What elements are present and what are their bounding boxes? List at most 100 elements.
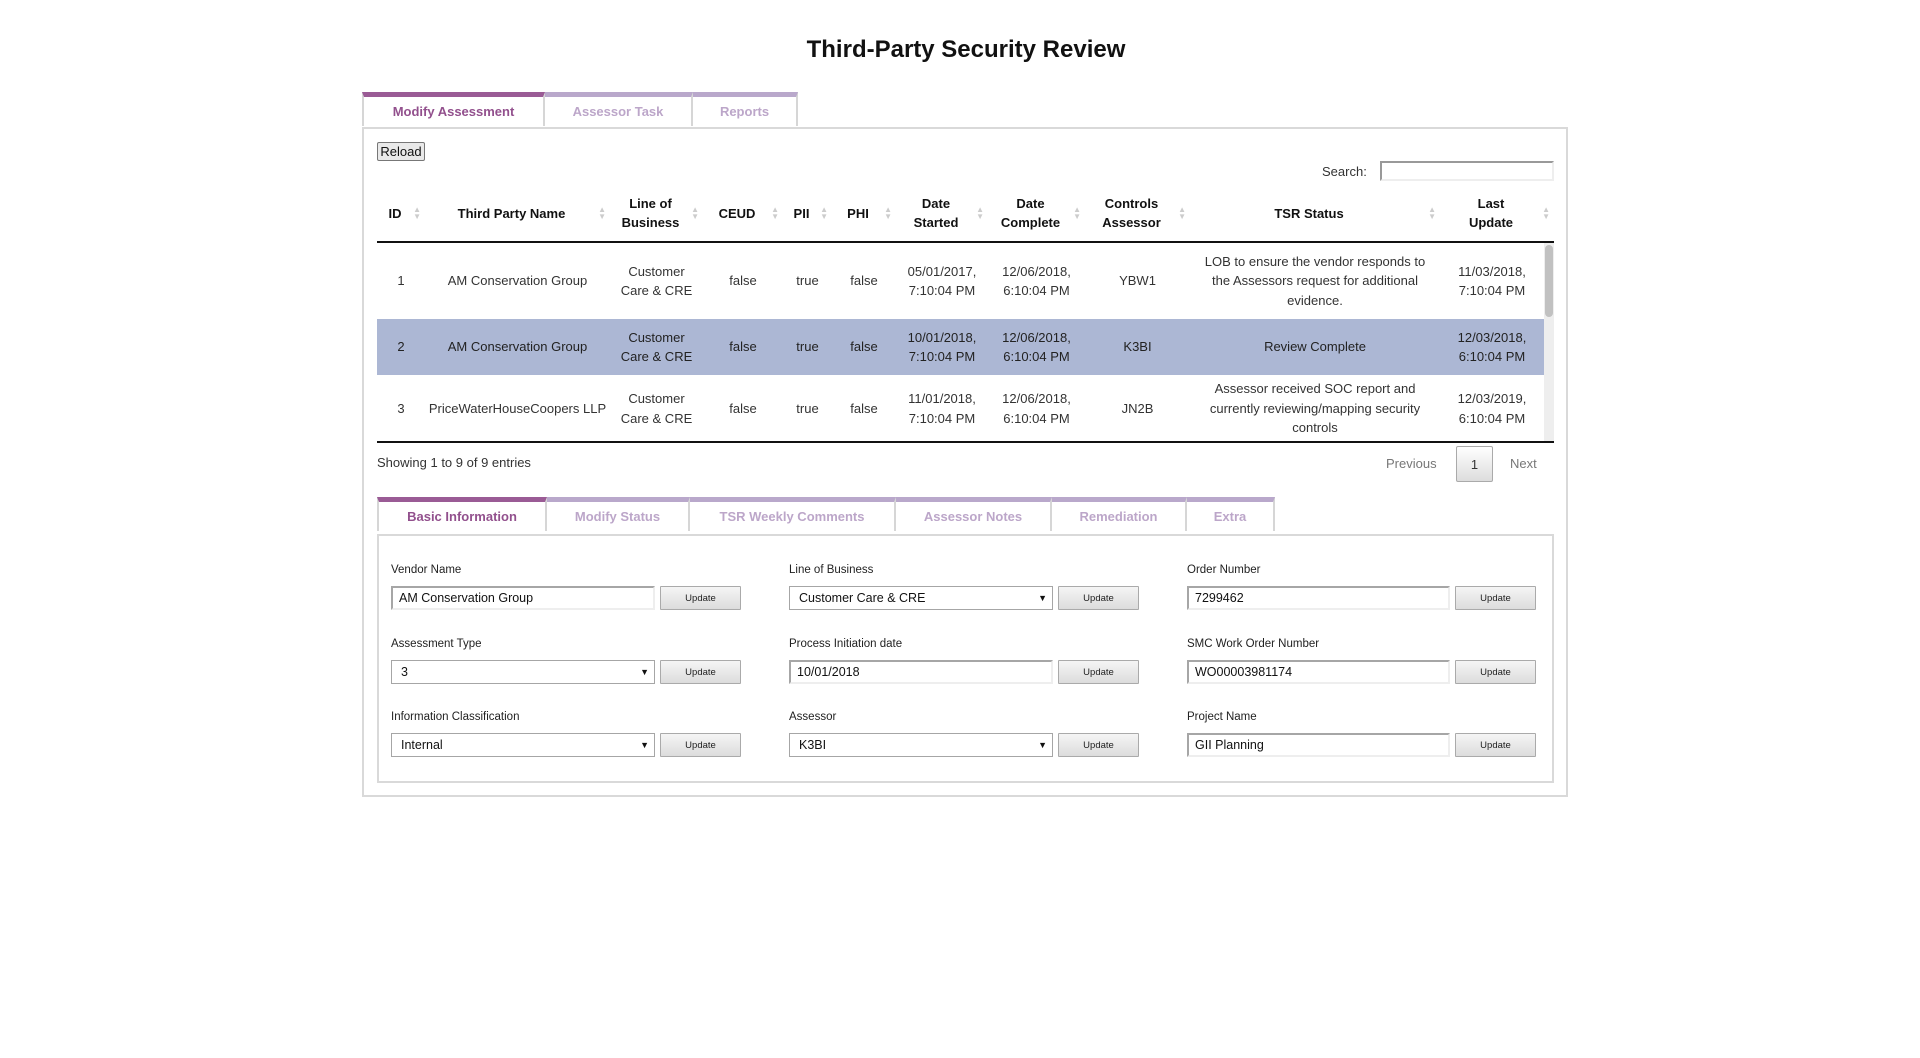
smc-work-order-number-input[interactable]: WO00003981174 [1187, 660, 1450, 684]
sort-icon[interactable]: ▲ ▼ [1073, 206, 1081, 221]
sort-icon[interactable]: ▲ ▼ [976, 206, 984, 221]
header-label: Line of Business [621, 196, 680, 230]
cell-started: 11/01/2018, 7:10:04 PM [908, 391, 976, 426]
process-initiation-date-input[interactable]: 10/01/2018 [789, 660, 1053, 684]
cell-lob: Customer Care & CRE [610, 319, 703, 375]
information-classification-label: Information Classification [391, 711, 520, 723]
cell-status: Review Complete [1190, 319, 1440, 375]
column-header-controls-assessor[interactable]: Controls Assessor ▲ ▼ [1085, 185, 1190, 241]
order-number-update-button[interactable]: Update [1455, 586, 1536, 610]
vendor-name-input[interactable]: AM Conservation Group [391, 586, 655, 610]
header-label: Date Started [913, 196, 959, 230]
tab-remediation[interactable]: Remediation [1052, 497, 1187, 531]
cell-pii: true [796, 400, 819, 416]
scrollbar-thumb[interactable] [1545, 245, 1553, 317]
header-label: ID [388, 205, 402, 221]
assessment-type-select[interactable]: 3 ▼ [391, 660, 655, 684]
vendor-name-update-button[interactable]: Update [660, 586, 741, 610]
search-label: Search: [1322, 164, 1367, 179]
field-value: 7299462 [1195, 591, 1244, 605]
line-of-business-select[interactable]: Customer Care & CRE ▼ [789, 586, 1053, 610]
sort-icon[interactable]: ▲ ▼ [598, 206, 606, 221]
process-initiation-date-label: Process Initiation date [789, 638, 903, 650]
cell-phi: false [850, 273, 878, 289]
sort-icon[interactable]: ▲ ▼ [691, 206, 699, 221]
process-initiation-date-update-button[interactable]: Update [1058, 660, 1139, 684]
search-input[interactable] [1380, 161, 1554, 181]
tab-assessor-notes[interactable]: Assessor Notes [896, 497, 1052, 531]
column-header-third-party-name[interactable]: Third Party Name ▲ ▼ [425, 185, 610, 241]
assessor-update-button[interactable]: Update [1058, 733, 1139, 757]
table-row[interactable]: 1 AM Conservation Group Customer Care & CR… [377, 243, 1544, 319]
cell-complete: 12/06/2018, 6:10:04 PM [1002, 391, 1071, 426]
smc-work-order-number-label: SMC Work Order Number [1187, 638, 1320, 650]
detail-tabs: Basic Information Modify Status TSR Week… [377, 497, 1275, 531]
tab-basic-information[interactable]: Basic Information [377, 497, 547, 531]
field-value: K3BI [799, 738, 827, 752]
sort-icon[interactable]: ▲ ▼ [1178, 206, 1186, 221]
header-label: PHI [847, 205, 869, 221]
column-header-tsr-status[interactable]: TSR Status ▲ ▼ [1190, 185, 1440, 241]
header-label: PII [793, 205, 810, 221]
tab-modify-assessment[interactable]: Modify Assessment [362, 92, 545, 126]
cell-ceud: false [729, 400, 757, 416]
information-classification-select[interactable]: Internal ▼ [391, 733, 655, 757]
column-header-date-complete[interactable]: Date Complete ▲ ▼ [988, 185, 1085, 241]
field-value: Customer Care & CRE [799, 591, 926, 605]
column-header-last-update[interactable]: Last Update ▲ ▼ [1440, 185, 1554, 241]
cell-status: Assessor received SOC report and current… [1209, 381, 1421, 436]
tab-extra[interactable]: Extra [1187, 497, 1275, 531]
sort-icon[interactable]: ▲ ▼ [1542, 206, 1550, 221]
cell-assessor: K3BI [1085, 319, 1190, 375]
header-label: TSR Status [1274, 205, 1344, 221]
header-label: Last Update [1468, 196, 1514, 230]
previous-page-button[interactable]: Previous [1386, 456, 1437, 471]
line-of-business-update-button[interactable]: Update [1058, 586, 1139, 610]
assessor-select[interactable]: K3BI ▼ [789, 733, 1053, 757]
field-value: WO00003981174 [1195, 665, 1293, 679]
cell-last: 12/03/2018, 6:10:04 PM [1440, 319, 1544, 375]
next-page-button[interactable]: Next [1510, 456, 1537, 471]
cell-started: 10/01/2018, 7:10:04 PM [896, 319, 988, 375]
cell-id: 3 [397, 400, 405, 416]
table-row[interactable]: 3 PriceWaterHouseCoopers LLP Customer Care… [377, 375, 1544, 441]
table-row[interactable]: 2 AM Conservation Group Customer Care & CR… [377, 319, 1544, 375]
cell-id: 2 [377, 319, 425, 375]
tab-tsr-weekly-comments[interactable]: TSR Weekly Comments [690, 497, 896, 531]
sort-icon[interactable]: ▲ ▼ [413, 206, 421, 221]
order-number-input[interactable]: 7299462 [1187, 586, 1450, 610]
sort-icon[interactable]: ▲ ▼ [771, 206, 779, 221]
column-header-id[interactable]: ID ▲ ▼ [377, 185, 425, 241]
field-value: AM Conservation Group [399, 591, 534, 605]
tab-assessor-task[interactable]: Assessor Task [545, 92, 693, 126]
tab-modify-status[interactable]: Modify Status [547, 497, 690, 531]
field-value: 10/01/2018 [797, 665, 860, 679]
reload-button[interactable]: Reload [377, 142, 425, 161]
cell-name: PriceWaterHouseCoopers LLP [428, 400, 607, 416]
field-value: GII Planning [1195, 738, 1264, 752]
column-header-pii[interactable]: PII ▲ ▼ [783, 185, 832, 241]
table-info: Showing 1 to 9 of 9 entries [377, 455, 531, 470]
dropdown-arrow-icon: ▼ [640, 740, 649, 750]
cell-name: AM Conservation Group [447, 273, 588, 289]
column-header-date-started[interactable]: Date Started ▲ ▼ [896, 185, 988, 241]
page-1-button[interactable]: 1 [1456, 446, 1493, 482]
sort-icon[interactable]: ▲ ▼ [884, 206, 892, 221]
header-label: Third Party Name [457, 205, 566, 221]
column-header-line-of-business[interactable]: Line of Business ▲ ▼ [610, 185, 703, 241]
smc-work-order-number-update-button[interactable]: Update [1455, 660, 1536, 684]
project-name-input[interactable]: GII Planning [1187, 733, 1450, 757]
column-header-phi[interactable]: PHI ▲ ▼ [832, 185, 896, 241]
cell-pii: true [796, 273, 819, 289]
assessment-type-update-button[interactable]: Update [660, 660, 741, 684]
tab-reports[interactable]: Reports [693, 92, 798, 126]
project-name-update-button[interactable]: Update [1455, 733, 1536, 757]
dropdown-arrow-icon: ▼ [640, 667, 649, 677]
cell-pii: true [783, 319, 832, 375]
cell-last: 12/03/2019, 6:10:04 PM [1457, 391, 1527, 426]
cell-name: AM Conservation Group [425, 319, 610, 375]
information-classification-update-button[interactable]: Update [660, 733, 741, 757]
column-header-ceud[interactable]: CEUD ▲ ▼ [703, 185, 783, 241]
sort-icon[interactable]: ▲ ▼ [820, 206, 828, 221]
sort-icon[interactable]: ▲ ▼ [1428, 206, 1436, 221]
